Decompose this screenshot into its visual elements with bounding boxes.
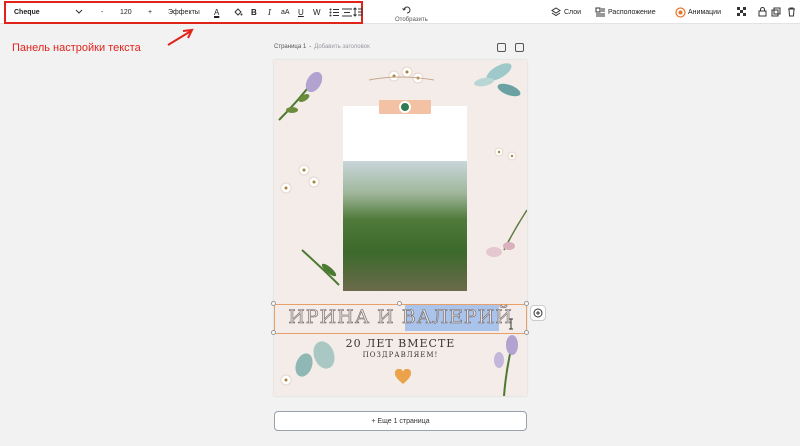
add-page-icon[interactable] [515, 43, 524, 52]
font-size-decrease-button[interactable]: - [101, 0, 103, 24]
page-separator: - [309, 44, 312, 50]
page-number-label: Страница 1 [274, 44, 307, 50]
plus-label: + [148, 8, 153, 16]
trash-icon[interactable] [784, 5, 798, 19]
font-family-value: Cheque [14, 8, 40, 16]
letter-spacing-button[interactable]: W [313, 0, 321, 24]
lock-icon[interactable] [755, 5, 769, 19]
top-toolbar: Cheque - 120 + Эффекты A B I aA U W Отоб… [0, 0, 800, 24]
arrange-button[interactable]: Расположение [608, 0, 656, 24]
arrange-icon[interactable] [593, 5, 607, 19]
arrange-label: Расположение [608, 8, 656, 16]
chevron-down-icon[interactable] [72, 5, 86, 19]
add-page-button[interactable]: + Еще 1 страница [274, 411, 527, 431]
animation-button[interactable]: Анимации [688, 0, 721, 24]
font-size-input[interactable]: 120 [120, 0, 132, 24]
line-spacing-icon[interactable] [351, 5, 365, 19]
resize-handle-bottom-right[interactable] [524, 330, 529, 335]
font-size-increase-button[interactable]: + [148, 0, 152, 24]
transparency-icon[interactable] [735, 5, 749, 19]
text-color-label: A [214, 7, 220, 17]
annotation-arrow-icon [167, 28, 194, 46]
landscape-photo[interactable] [343, 161, 467, 291]
italic-label: I [268, 7, 272, 17]
font-family-select[interactable]: Cheque [14, 0, 40, 24]
photo-frame[interactable] [343, 106, 467, 291]
bold-label: B [251, 7, 257, 17]
list-icon[interactable] [327, 5, 341, 19]
layers-label: Слои [564, 8, 582, 16]
underline-label: U [298, 7, 304, 17]
resize-handle-bottom-left[interactable] [271, 330, 276, 335]
names-text[interactable]: ИРИНА И ВАЛЕРИЙ [274, 306, 527, 329]
resize-handle-top-left[interactable] [271, 301, 276, 306]
mirror-label: Отобразить [395, 17, 428, 23]
paint-bucket-icon[interactable] [231, 5, 245, 19]
resize-handle-top[interactable] [397, 301, 402, 306]
italic-button[interactable]: I [268, 0, 271, 24]
effects-label: Эффекты [168, 8, 200, 16]
bold-button[interactable]: B [251, 0, 257, 24]
page-header: Страница 1 - Добавить заголовок [274, 44, 370, 50]
text-cursor-icon [509, 318, 513, 330]
underline-button[interactable]: U [298, 0, 304, 24]
comment-button[interactable] [530, 305, 546, 321]
copy-page-icon[interactable] [497, 43, 506, 52]
minus-label: - [101, 8, 104, 16]
years-text[interactable]: 20 ЛЕТ ВМЕСТЕ [274, 337, 527, 350]
design-canvas[interactable]: ИРИНА И ВАЛЕРИЙ 20 ЛЕТ ВМЕСТЕ ПОЗДРАВЛЯЕ… [274, 60, 527, 396]
heart-icon [395, 369, 411, 384]
letter-spacing-label: W [313, 7, 321, 17]
add-page-label: + Еще 1 страница [371, 417, 430, 425]
effects-button[interactable]: Эффекты [168, 0, 200, 24]
comment-add-icon [533, 308, 543, 318]
layers-icon[interactable] [549, 5, 563, 19]
layers-button[interactable]: Слои [564, 0, 581, 24]
animation-icon[interactable] [673, 5, 687, 19]
text-color-button[interactable]: A [214, 0, 219, 24]
text-case-label: aA [281, 8, 290, 16]
text-case-button[interactable]: aA [281, 0, 290, 24]
animation-label: Анимации [688, 8, 721, 16]
duplicate-icon[interactable] [769, 5, 783, 19]
flower-icon [399, 101, 411, 113]
annotation-text: Панель настройки текста [12, 42, 141, 54]
mirror-button[interactable]: Отобразить [395, 8, 428, 32]
congrats-text[interactable]: ПОЗДРАВЛЯЕМ! [274, 351, 527, 359]
resize-handle-top-right[interactable] [524, 301, 529, 306]
font-size-value: 120 [120, 8, 132, 16]
add-title-link[interactable]: Добавить заголовок [314, 44, 370, 50]
